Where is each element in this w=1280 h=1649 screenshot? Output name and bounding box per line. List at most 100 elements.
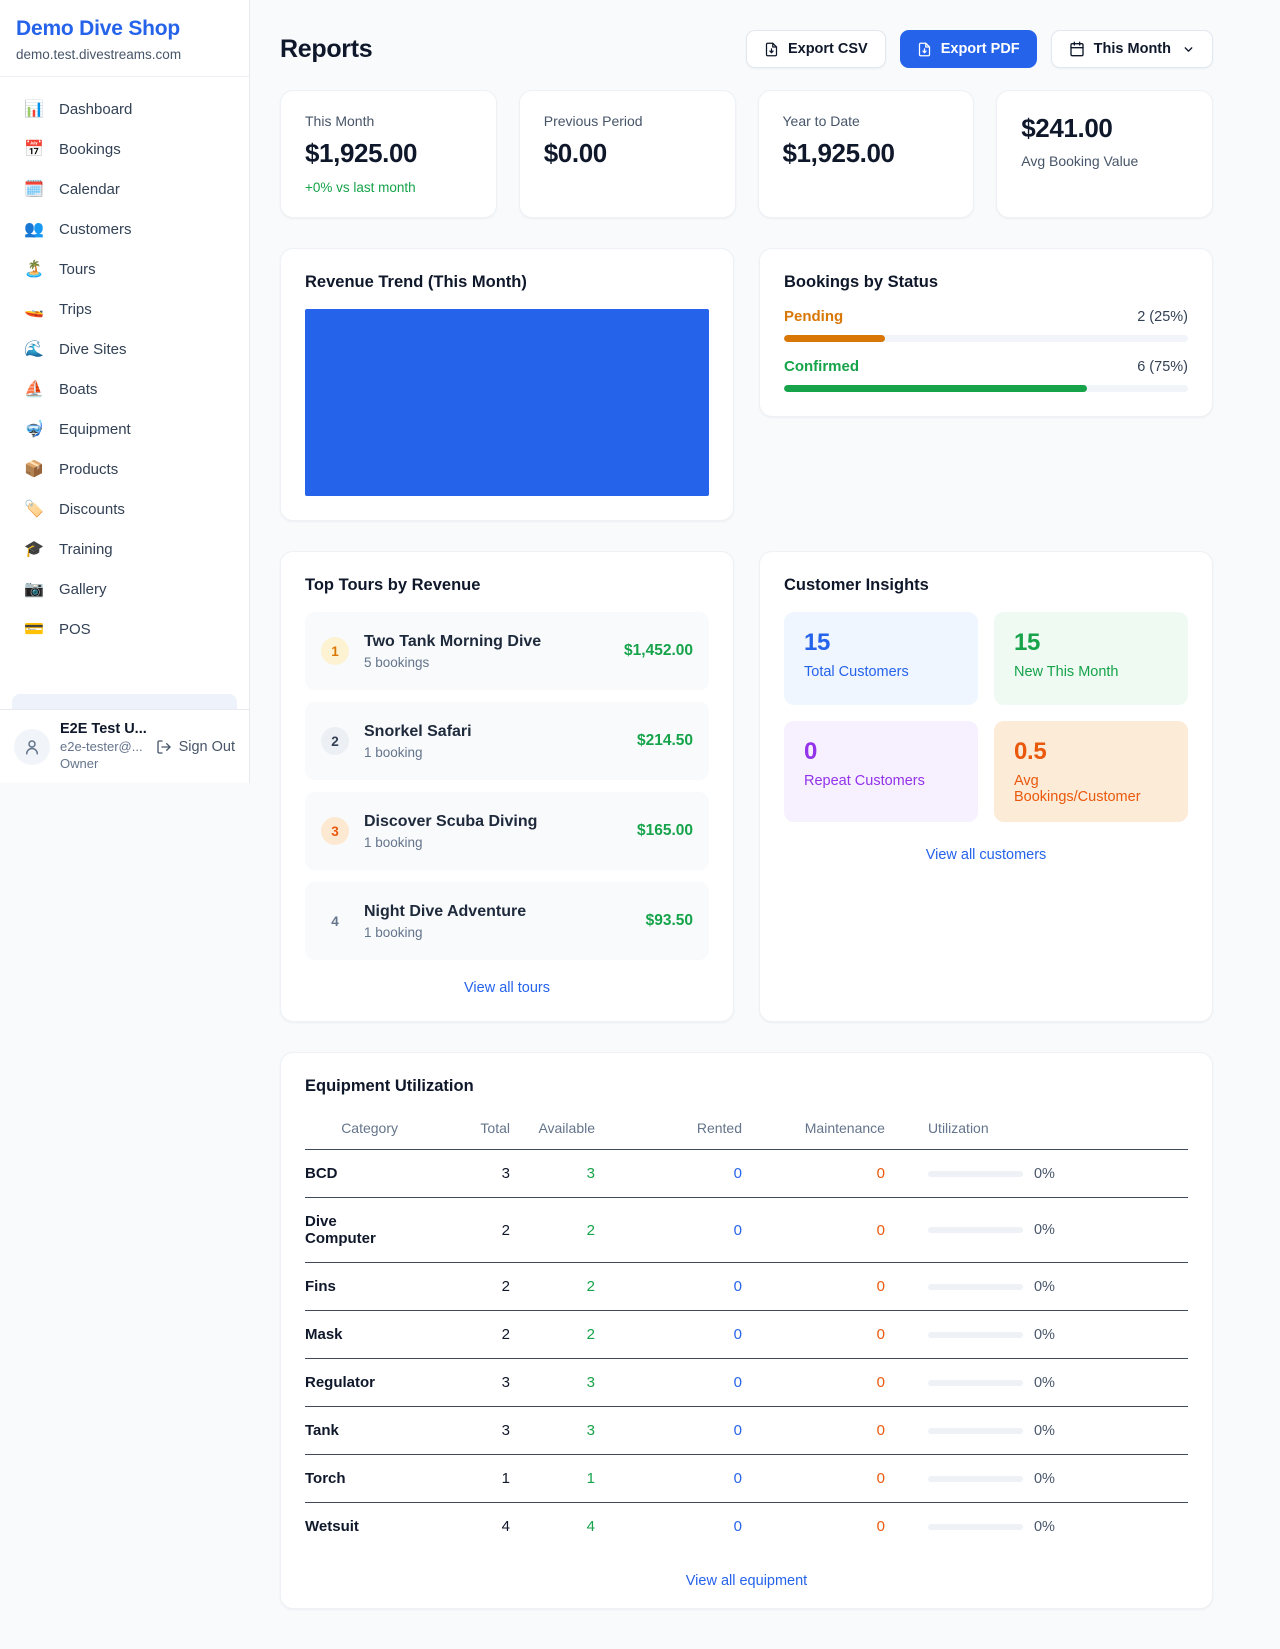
- status-bar-fill: [784, 335, 885, 342]
- equipment-table-body: BCD 3 3 0 0 0%: [305, 1150, 1188, 1551]
- sidebar-item[interactable]: 🗓️ Calendar: [12, 169, 237, 209]
- nav-item-icon: 🎓: [24, 539, 44, 559]
- sidebar-nav: 📊 Dashboard 📅 Bookings 🗓️ Calendar 👥 Cus…: [0, 77, 249, 694]
- sidebar-item[interactable]: 💳 POS: [12, 609, 237, 649]
- customer-insights-title: Customer Insights: [784, 576, 1188, 595]
- export-csv-button[interactable]: Export CSV: [746, 30, 886, 68]
- export-pdf-button[interactable]: Export PDF: [900, 30, 1037, 68]
- cell-available: 2: [510, 1263, 595, 1311]
- nav-item-icon: 📦: [24, 459, 44, 479]
- sidebar-item[interactable]: 🏝️ Tours: [12, 249, 237, 289]
- cell-rented: 0: [595, 1503, 742, 1551]
- tour-list-item[interactable]: 3 Discover Scuba Diving 1 booking $165.0…: [305, 792, 709, 870]
- stat-card: Avg Booking Value $241.00: [996, 90, 1213, 218]
- shop-domain: demo.test.divestreams.com: [16, 47, 233, 62]
- file-download-icon: [917, 42, 932, 57]
- nav-item-icon: 📅: [24, 139, 44, 159]
- view-all-tours-link[interactable]: View all tours: [464, 980, 550, 996]
- insight-value: 15: [804, 629, 958, 657]
- cell-total: 2: [398, 1198, 510, 1263]
- equipment-table-header: CategoryTotalAvailableRentedMaintenanceU…: [305, 1110, 1188, 1150]
- cell-available: 2: [510, 1198, 595, 1263]
- main-content: Reports Export CSV Export PDF This Month…: [250, 0, 1280, 1649]
- rank-badge: 4: [321, 907, 349, 935]
- stat-label: Year to Date: [783, 113, 950, 129]
- sidebar-item[interactable]: 📊 Dashboard: [12, 89, 237, 129]
- sidebar-item[interactable]: 📅 Bookings: [12, 129, 237, 169]
- sidebar-item[interactable]: 🎓 Training: [12, 529, 237, 569]
- nav-item-icon: 🏷️: [24, 499, 44, 519]
- cell-rented: 0: [595, 1359, 742, 1407]
- cell-utilization: 0%: [885, 1407, 1188, 1455]
- cell-available: 4: [510, 1503, 595, 1551]
- nav-item-icon: 🚤: [24, 299, 44, 319]
- column-header: Rented: [595, 1110, 742, 1150]
- nav-item-label: Bookings: [59, 141, 121, 158]
- cell-rented: 0: [595, 1198, 742, 1263]
- status-bar-fill: [784, 385, 1087, 392]
- stat-label: Previous Period: [544, 113, 711, 129]
- cell-total: 3: [398, 1150, 510, 1198]
- tour-list-item[interactable]: 1 Two Tank Morning Dive 5 bookings $1,45…: [305, 612, 709, 690]
- sidebar-item[interactable]: ⛵ Boats: [12, 369, 237, 409]
- tour-name: Night Dive Adventure: [364, 903, 631, 921]
- cell-maintenance: 0: [742, 1150, 885, 1198]
- sidebar-item-reports-active-partial[interactable]: [12, 694, 237, 709]
- cell-available: 2: [510, 1311, 595, 1359]
- cell-rented: 0: [595, 1455, 742, 1503]
- cell-utilization: 0%: [885, 1150, 1188, 1198]
- user-email: e2e-tester@...: [60, 739, 146, 756]
- utilization-percent: 0%: [1034, 1375, 1055, 1391]
- utilization-percent: 0%: [1034, 1279, 1055, 1295]
- cell-maintenance: 0: [742, 1198, 885, 1263]
- utilization-bar-track: [928, 1332, 1023, 1338]
- insight-tile: 0 Repeat Customers: [784, 721, 978, 822]
- cell-maintenance: 0: [742, 1503, 885, 1551]
- revenue-trend-title: Revenue Trend (This Month): [305, 273, 709, 292]
- sidebar-item[interactable]: 🚤 Trips: [12, 289, 237, 329]
- cell-category: Dive Computer: [305, 1198, 398, 1263]
- view-all-equipment-link[interactable]: View all equipment: [686, 1573, 807, 1589]
- sidebar-item[interactable]: 📦 Products: [12, 449, 237, 489]
- sidebar-item[interactable]: 📷 Gallery: [12, 569, 237, 609]
- sidebar-item[interactable]: 🌊 Dive Sites: [12, 329, 237, 369]
- cell-category: Wetsuit: [305, 1503, 398, 1551]
- column-header: Total: [398, 1110, 510, 1150]
- top-tours-card: Top Tours by Revenue 1 Two Tank Morning …: [280, 551, 734, 1022]
- stat-value: $0.00: [544, 138, 711, 169]
- nav-item-icon: 📷: [24, 579, 44, 599]
- nav-item-label: Gallery: [59, 581, 107, 598]
- view-all-customers-link[interactable]: View all customers: [926, 847, 1047, 863]
- utilization-percent: 0%: [1034, 1327, 1055, 1343]
- sidebar-item[interactable]: 🤿 Equipment: [12, 409, 237, 449]
- sidebar-item[interactable]: 🏷️ Discounts: [12, 489, 237, 529]
- rank-badge: 3: [321, 817, 349, 845]
- equipment-table: CategoryTotalAvailableRentedMaintenanceU…: [305, 1110, 1188, 1550]
- user-meta: E2E Test U... e2e-tester@... Owner: [60, 720, 146, 773]
- tour-list-item[interactable]: 4 Night Dive Adventure 1 booking $93.50: [305, 882, 709, 960]
- period-dropdown[interactable]: This Month: [1051, 30, 1213, 68]
- cell-utilization: 0%: [885, 1311, 1188, 1359]
- stat-cards: This Month $1,925.00 +0% vs last month P…: [280, 90, 1213, 218]
- utilization-percent: 0%: [1034, 1166, 1055, 1182]
- cell-rented: 0: [595, 1311, 742, 1359]
- nav-item-label: Discounts: [59, 501, 125, 518]
- utilization-bar-track: [928, 1284, 1023, 1290]
- cell-rented: 0: [595, 1150, 742, 1198]
- nav-item-label: Trips: [59, 301, 92, 318]
- sidebar-item[interactable]: 👥 Customers: [12, 209, 237, 249]
- insight-label: Repeat Customers: [804, 773, 958, 789]
- status-count: 2 (25%): [1137, 309, 1188, 325]
- tour-list-item[interactable]: 2 Snorkel Safari 1 booking $214.50: [305, 702, 709, 780]
- utilization-bar-track: [928, 1380, 1023, 1386]
- cell-total: 2: [398, 1311, 510, 1359]
- sign-out-button[interactable]: Sign Out: [156, 739, 235, 755]
- insight-label: Avg Bookings/Customer: [1014, 773, 1168, 805]
- nav-item-icon: 📊: [24, 99, 44, 119]
- tour-bookings: 5 bookings: [364, 655, 609, 670]
- tour-name: Discover Scuba Diving: [364, 813, 622, 831]
- file-download-icon: [764, 42, 779, 57]
- table-row: BCD 3 3 0 0 0%: [305, 1150, 1188, 1198]
- cell-available: 1: [510, 1455, 595, 1503]
- table-row: Wetsuit 4 4 0 0 0%: [305, 1503, 1188, 1551]
